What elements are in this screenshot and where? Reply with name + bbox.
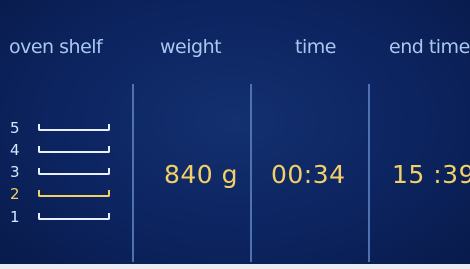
column-divider <box>368 84 370 262</box>
time-header: time <box>295 36 336 58</box>
shelf-1[interactable]: 1 <box>10 208 110 226</box>
shelf-number: 1 <box>10 208 20 226</box>
shelf-5[interactable]: 5 <box>10 119 110 137</box>
end-time-header: end time <box>389 36 470 58</box>
shelf-number: 4 <box>10 141 20 159</box>
shelf-number: 3 <box>10 163 20 181</box>
shelf-4[interactable]: 4 <box>10 141 110 159</box>
shelf-rack-icon <box>38 190 110 197</box>
end-time-value[interactable]: 15 :39 <box>392 160 470 189</box>
weight-header: weight <box>160 36 222 58</box>
column-divider <box>132 84 134 262</box>
shelf-3[interactable]: 3 <box>10 163 110 181</box>
shelf-rack-icon <box>38 146 110 153</box>
shelf-rack-icon <box>38 168 110 175</box>
shelf-rack-icon <box>38 124 110 131</box>
shelf-number: 2 <box>10 185 20 203</box>
shelf-rack-icon <box>38 213 110 220</box>
screen-bezel-edge <box>0 264 470 269</box>
oven-display-screen: oven shelf weight time end time 5 4 3 2 … <box>0 0 470 269</box>
weight-value[interactable]: 840 g <box>164 160 238 189</box>
oven-shelf-header: oven shelf <box>9 36 103 58</box>
time-value[interactable]: 00:34 <box>271 160 346 189</box>
column-divider <box>250 84 252 262</box>
shelf-number: 5 <box>10 119 20 137</box>
shelf-2[interactable]: 2 <box>10 185 110 203</box>
